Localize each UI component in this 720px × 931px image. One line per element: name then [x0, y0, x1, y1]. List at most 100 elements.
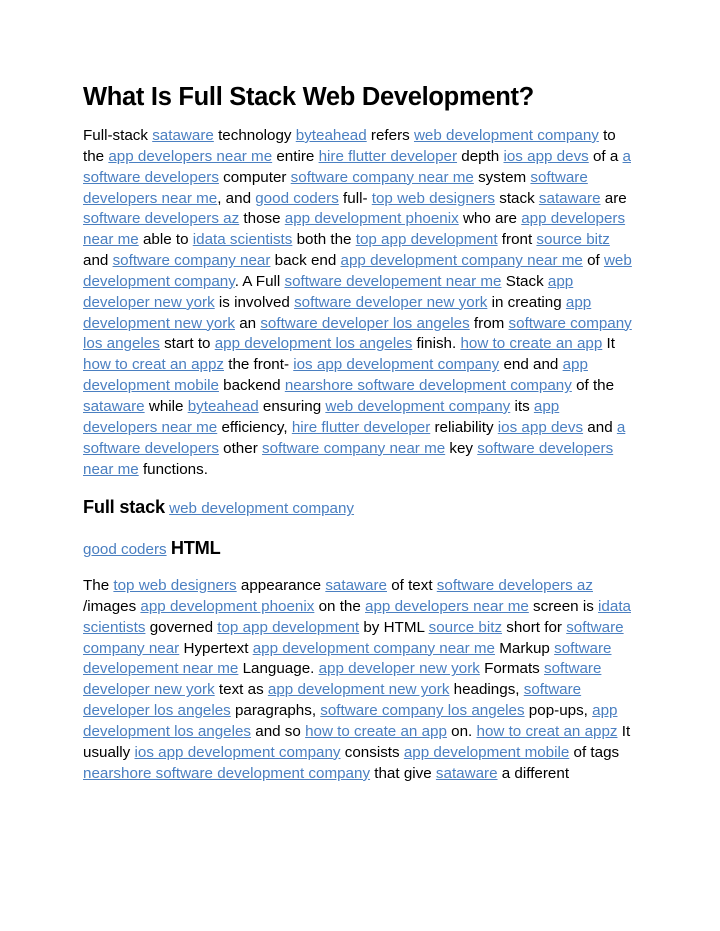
inline-text: from — [469, 314, 509, 332]
inline-link[interactable]: top web designers — [113, 577, 236, 594]
inline-link[interactable]: software developer new york — [294, 294, 487, 311]
inline-text: paragraphs, — [230, 702, 321, 720]
inline-link[interactable]: sataware — [436, 765, 498, 782]
inline-text: of text — [386, 577, 437, 595]
inline-link[interactable]: ios app devs — [503, 148, 588, 165]
inline-link[interactable]: software developer los angeles — [260, 315, 469, 332]
inline-text: its — [510, 397, 534, 415]
inline-link[interactable]: how to create an app — [305, 723, 447, 740]
inline-link[interactable]: app developer new york — [319, 660, 480, 677]
inline-text: of the — [571, 377, 615, 395]
inline-text: key — [445, 439, 478, 457]
inline-link[interactable]: top web designers — [372, 190, 495, 207]
inline-text: and so — [251, 722, 306, 740]
inline-link[interactable]: app development company near me — [253, 640, 495, 657]
inline-link[interactable]: ios app development company — [135, 744, 341, 761]
inline-link[interactable]: nearshore software development company — [83, 765, 370, 782]
inline-text: functions. — [138, 460, 208, 478]
inline-link[interactable]: software company near — [113, 252, 271, 269]
inline-link[interactable]: app developers near me — [108, 148, 272, 165]
inline-link[interactable]: software developement near me — [285, 273, 502, 290]
inline-text: Markup — [495, 639, 555, 657]
paragraph-intro: Full-stack sataware technology byteahead… — [83, 126, 635, 480]
inline-text: is involved — [214, 293, 295, 311]
inline-link[interactable]: ios app development company — [293, 356, 499, 373]
inline-link[interactable]: top app development — [356, 231, 498, 248]
inline-link[interactable]: byteahead — [296, 127, 367, 144]
inline-text: those — [239, 210, 285, 228]
inline-link[interactable]: good coders — [83, 541, 167, 558]
inline-link[interactable]: how to creat an appz — [83, 356, 224, 373]
inline-text: stack — [495, 189, 539, 207]
inline-text: able to — [138, 231, 193, 249]
inline-text: of tags — [569, 743, 620, 761]
inline-text: while — [144, 397, 188, 415]
heading-strong-text: Full stack — [83, 497, 165, 518]
inline-link[interactable]: how to create an app — [460, 335, 602, 352]
inline-link[interactable]: app development los angeles — [215, 335, 413, 352]
inline-text: reliability — [430, 418, 498, 436]
inline-text: . A Full — [234, 272, 285, 290]
inline-link[interactable]: web development company — [325, 398, 510, 415]
inline-link[interactable]: good coders — [255, 190, 339, 207]
inline-text: short for — [502, 618, 567, 636]
inline-link[interactable]: sataware — [83, 398, 145, 415]
inline-link[interactable]: app developers near me — [365, 598, 529, 615]
inline-text: ensuring — [258, 397, 326, 415]
inline-link[interactable]: byteahead — [188, 398, 259, 415]
inline-text: text as — [214, 681, 268, 699]
inline-text: Hypertext — [179, 639, 253, 657]
inline-link[interactable]: software developers az — [83, 210, 239, 227]
inline-link[interactable]: top app development — [217, 619, 359, 636]
inline-text: by HTML — [359, 618, 429, 636]
inline-text: and — [83, 252, 113, 270]
inline-link[interactable]: app development mobile — [404, 744, 569, 761]
inline-link[interactable]: ios app devs — [498, 419, 583, 436]
inline-text: and — [583, 418, 617, 436]
inline-text: a different — [497, 764, 570, 782]
inline-text: pop-ups, — [524, 702, 593, 720]
inline-text: Full-stack — [83, 127, 153, 144]
inline-link[interactable]: software developers az — [437, 577, 593, 594]
paragraph-html-description: The top web designers appearance satawar… — [83, 576, 635, 784]
inline-text: front — [497, 231, 537, 249]
inline-link[interactable]: app development phoenix — [285, 210, 459, 227]
inline-link[interactable]: sataware — [152, 127, 214, 144]
section-heading-html: good coders HTML — [83, 538, 635, 561]
inline-link[interactable]: hire flutter developer — [292, 419, 430, 436]
inline-link[interactable]: sataware — [539, 190, 601, 207]
inline-text: that give — [370, 764, 436, 782]
inline-link[interactable]: sataware — [325, 577, 387, 594]
inline-link[interactable]: software company los angeles — [320, 702, 524, 719]
inline-text: governed — [145, 618, 218, 636]
inline-text: efficiency, — [217, 418, 292, 436]
inline-text: back end — [270, 252, 341, 270]
inline-text: , and — [217, 189, 256, 207]
inline-text: Formats — [479, 660, 544, 678]
inline-link[interactable]: hire flutter developer — [319, 148, 457, 165]
inline-link[interactable]: source bitz — [536, 231, 609, 248]
page-title: What Is Full Stack Web Development? — [83, 83, 534, 111]
inline-link[interactable]: app development phoenix — [140, 598, 314, 615]
inline-link[interactable]: idata scientists — [193, 231, 293, 248]
heading-strong-text: HTML — [170, 538, 221, 559]
inline-link[interactable]: software company near me — [291, 169, 474, 186]
inline-link[interactable]: source bitz — [429, 619, 502, 636]
inline-text: entire — [272, 147, 319, 165]
inline-link[interactable]: app development company near me — [341, 252, 583, 269]
inline-text: are — [600, 189, 627, 207]
inline-link[interactable]: how to creat an appz — [477, 723, 618, 740]
inline-text: system — [473, 168, 531, 186]
inline-link[interactable]: app development new york — [268, 681, 450, 698]
inline-text: in creating — [487, 293, 566, 311]
inline-text: technology — [213, 127, 296, 144]
section-heading-full-stack: Full stack web development company — [83, 497, 635, 520]
inline-link[interactable]: nearshore software development company — [285, 377, 572, 394]
inline-text: screen is — [528, 597, 599, 615]
inline-text: computer — [218, 168, 291, 186]
inline-text: who are — [458, 210, 522, 228]
inline-text: It — [602, 335, 615, 353]
inline-link[interactable]: software company near me — [262, 440, 445, 457]
inline-link[interactable]: web development company — [414, 127, 599, 144]
inline-link[interactable]: web development company — [169, 500, 354, 517]
